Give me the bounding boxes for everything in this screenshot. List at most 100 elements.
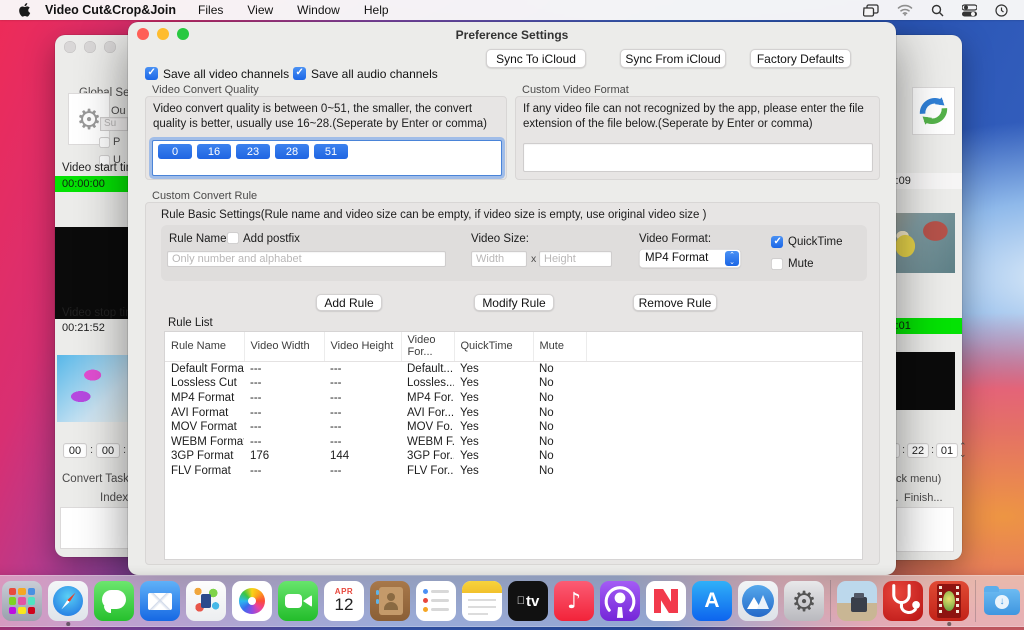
dock-system-preferences[interactable]: ⚙ xyxy=(784,581,824,621)
sync-from-icloud-button[interactable]: Sync From iCloud xyxy=(620,49,726,68)
save-video-channels-checkbox[interactable] xyxy=(145,67,158,80)
reminders-icon xyxy=(423,589,449,612)
rule-table-column-header[interactable]: QuickTime xyxy=(454,332,533,362)
colon: : xyxy=(123,444,126,456)
rule-table-cell: MP4 For... xyxy=(401,391,454,406)
remove-rule-button[interactable]: Remove Rule xyxy=(633,294,717,311)
wifi-icon[interactable] xyxy=(897,4,913,16)
menu-files[interactable]: Files xyxy=(198,3,223,17)
dock-stethoscope-app[interactable] xyxy=(883,581,923,621)
modify-rule-button[interactable]: Modify Rule xyxy=(474,294,554,311)
quality-token[interactable]: 23 xyxy=(236,144,270,159)
menu-view[interactable]: View xyxy=(247,3,273,17)
dock-photos[interactable] xyxy=(232,581,272,621)
dock-mail[interactable] xyxy=(140,581,180,621)
contacts-icon xyxy=(379,587,403,615)
minute-stepper[interactable]: 22 xyxy=(907,443,929,458)
rule-table-cell: Yes xyxy=(454,362,533,377)
menu-window[interactable]: Window xyxy=(297,3,340,17)
rule-name-label: Rule Name: xyxy=(169,233,230,245)
task-list-area[interactable] xyxy=(896,507,954,552)
factory-defaults-button[interactable]: Factory Defaults xyxy=(750,49,851,68)
add-postfix-checkbox[interactable] xyxy=(227,232,239,244)
save-audio-channels-checkbox[interactable] xyxy=(293,67,306,80)
rule-table-cell xyxy=(586,376,862,391)
dock-podcasts[interactable] xyxy=(600,581,640,621)
dock-launchpad[interactable] xyxy=(2,581,42,621)
dock-app-store[interactable]: A xyxy=(692,581,732,621)
rule-table-cell: FLV Format xyxy=(165,464,244,479)
rule-table-row[interactable]: WEBM Format------WEBM F...YesNo xyxy=(165,434,862,449)
video-format-dropdown[interactable]: MP4 Format ⌃⌄ xyxy=(639,249,741,268)
dock-reminders[interactable] xyxy=(416,581,456,621)
rule-table-row[interactable]: Lossless Cut------Lossles...YesNo xyxy=(165,376,862,391)
mute-checkbox[interactable] xyxy=(771,258,783,270)
mission-control-icon[interactable] xyxy=(863,4,879,17)
rule-table-column-header[interactable]: Video Width xyxy=(244,332,324,362)
rule-table-column-header[interactable]: Rule Name xyxy=(165,332,244,362)
menu-help[interactable]: Help xyxy=(364,3,389,17)
notes-icon xyxy=(462,581,502,593)
clock-icon[interactable] xyxy=(995,4,1008,17)
rule-table-cell: --- xyxy=(324,362,401,377)
dock-facetime[interactable] xyxy=(278,581,318,621)
dock-photo-booth[interactable] xyxy=(186,581,226,621)
rule-table-row[interactable]: MP4 Format------MP4 For...YesNo xyxy=(165,391,862,406)
dock-contacts[interactable] xyxy=(370,581,410,621)
rule-list-table[interactable]: Rule NameVideo WidthVideo HeightVideo Fo… xyxy=(164,331,863,560)
dock-messages[interactable] xyxy=(94,581,134,621)
convert-button[interactable] xyxy=(912,87,955,135)
quality-token[interactable]: 16 xyxy=(197,144,231,159)
quality-token[interactable]: 28 xyxy=(275,144,309,159)
video-convert-quality-description: Video convert quality is between 0~51, t… xyxy=(153,102,500,131)
dock-notes[interactable] xyxy=(462,581,502,621)
dock-video-cut-crop-join[interactable] xyxy=(929,581,969,621)
rule-basic-settings-label: Rule Basic Settings(Rule name and video … xyxy=(161,209,706,221)
quality-token-list: 0 16 23 28 51 xyxy=(153,141,501,160)
rule-table-row[interactable]: AVI Format------AVI For...YesNo xyxy=(165,405,862,420)
add-rule-button[interactable]: Add Rule xyxy=(316,294,382,311)
dock-mountains-app[interactable] xyxy=(738,581,778,621)
quality-token[interactable]: 51 xyxy=(314,144,348,159)
dock-tv[interactable]: tv xyxy=(508,581,548,621)
rule-table-row[interactable]: FLV Format------FLV For...YesNo xyxy=(165,464,862,479)
rule-name-input[interactable] xyxy=(167,251,446,267)
custom-video-format-input[interactable] xyxy=(523,143,873,172)
preference-settings-dialog[interactable]: Preference Settings Sync To iCloud Sync … xyxy=(128,22,896,575)
rule-table-column-header[interactable] xyxy=(586,332,862,362)
second-stepper[interactable]: 01 xyxy=(936,443,958,458)
minimize-button[interactable] xyxy=(84,41,96,53)
rule-table-column-header[interactable]: Video Height xyxy=(324,332,401,362)
quality-token-input[interactable]: 0 16 23 28 51 xyxy=(152,140,502,176)
close-button[interactable] xyxy=(64,41,76,53)
video-width-input[interactable] xyxy=(471,251,527,267)
stepper-arrows-icon[interactable]: ⌃⌄ xyxy=(959,442,967,458)
search-icon[interactable] xyxy=(931,4,944,17)
active-app-name[interactable]: Video Cut&Crop&Join xyxy=(45,3,176,17)
left-window-traffic-lights[interactable] xyxy=(64,41,116,53)
hour-stepper[interactable]: 00 xyxy=(63,443,87,458)
rule-table-cell: --- xyxy=(244,391,324,406)
rule-table-column-header[interactable]: Video For... xyxy=(401,332,454,362)
dock-music[interactable]: ♪ xyxy=(554,581,594,621)
quality-token[interactable]: 0 xyxy=(158,144,192,159)
dock-calendar[interactable]: APR 12 xyxy=(324,581,364,621)
zoom-button[interactable] xyxy=(104,41,116,53)
rule-table-row[interactable]: MOV Format------MOV Fo...YesNo xyxy=(165,420,862,435)
su-field[interactable]: Su xyxy=(100,117,128,131)
dock-downloads-folder[interactable]: ↓ xyxy=(982,581,1022,621)
control-center-icon[interactable] xyxy=(962,4,977,17)
rule-table-row[interactable]: Default Format------Default...YesNo xyxy=(165,362,862,377)
apple-menu-icon[interactable] xyxy=(18,3,31,17)
quicktime-checkbox[interactable] xyxy=(771,236,783,248)
minute-stepper[interactable]: 00 xyxy=(96,443,120,458)
p-checkbox[interactable] xyxy=(99,137,110,148)
sync-to-icloud-button[interactable]: Sync To iCloud xyxy=(486,49,586,68)
dock-safari[interactable] xyxy=(48,581,88,621)
rule-table-row[interactable]: 3GP Format1761443GP For...YesNo xyxy=(165,449,862,464)
rule-table-column-header[interactable]: Mute xyxy=(533,332,586,362)
video-height-input[interactable] xyxy=(539,251,612,267)
dock-image-file[interactable] xyxy=(837,581,877,621)
dock-news[interactable] xyxy=(646,581,686,621)
colon: : xyxy=(90,444,93,456)
